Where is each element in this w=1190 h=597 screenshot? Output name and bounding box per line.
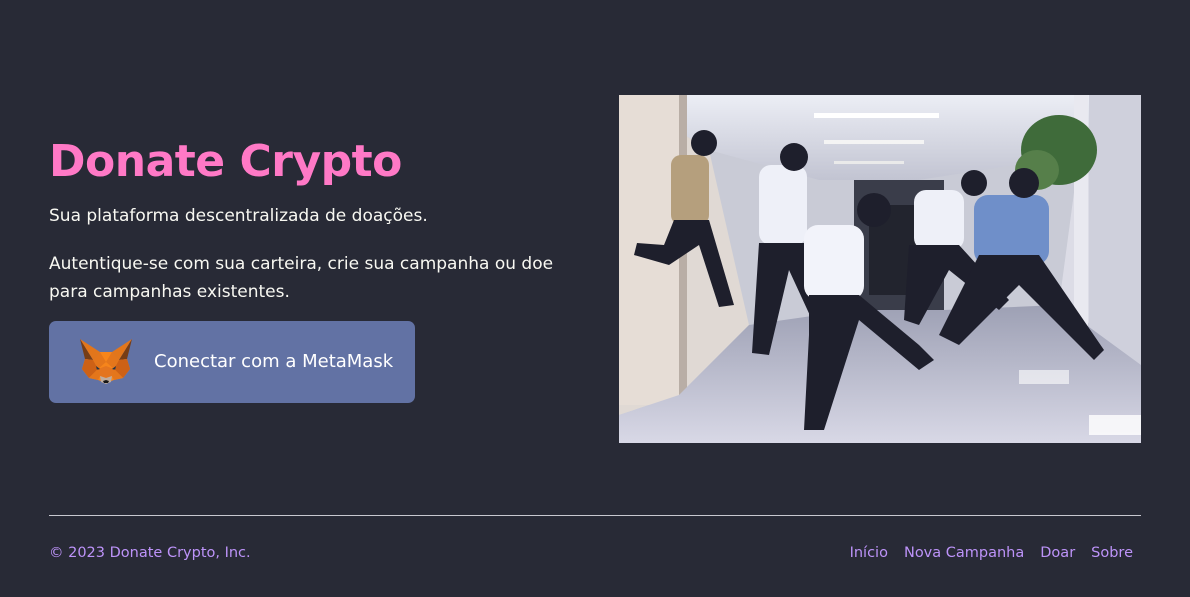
page-title: Donate Crypto bbox=[49, 136, 402, 187]
footer-copyright: © 2023 Donate Crypto, Inc. bbox=[49, 545, 251, 561]
footer-link-nova-campanha[interactable]: Nova Campanha bbox=[904, 541, 1024, 565]
hero-section: Donate Crypto Sua plataforma descentrali… bbox=[0, 0, 1190, 480]
footer-link-sobre[interactable]: Sobre bbox=[1091, 541, 1133, 565]
connect-metamask-button[interactable]: Conectar com a MetaMask bbox=[49, 321, 415, 403]
hero-subtitle: Sua plataforma descentralizada de doaçõe… bbox=[49, 206, 428, 226]
footer-link-doar[interactable]: Doar bbox=[1040, 541, 1075, 565]
hero-photo bbox=[619, 95, 1141, 443]
footer-nav: Início Nova Campanha Doar Sobre bbox=[850, 541, 1133, 565]
metamask-fox-icon bbox=[78, 336, 134, 388]
connect-metamask-label: Conectar com a MetaMask bbox=[154, 351, 394, 372]
hero-description: Autentique-se com sua carteira, crie sua… bbox=[49, 254, 554, 302]
footer-divider bbox=[49, 515, 1141, 516]
footer-link-inicio[interactable]: Início bbox=[850, 541, 888, 565]
